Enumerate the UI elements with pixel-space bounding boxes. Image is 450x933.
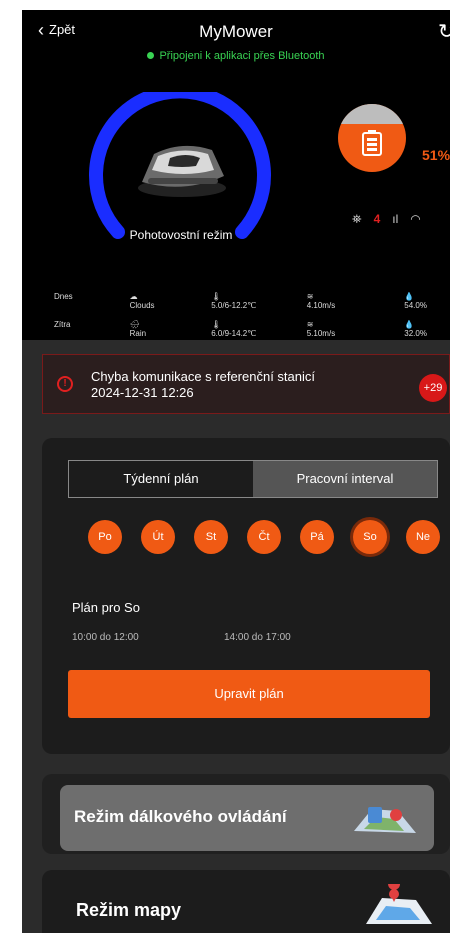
bluetooth-status-text: Připojeni k aplikaci přes Bluetooth (159, 50, 325, 62)
weather-temp: 🌡 6.0/9-14.2℃ (211, 320, 257, 338)
error-alert[interactable]: ! Chyba komunikace s referenční stanicí … (42, 354, 450, 414)
battery-icon (362, 130, 382, 156)
signal-icon: ıl (392, 212, 399, 226)
tab-weekly-plan[interactable]: Týdenní plán (69, 461, 253, 497)
connectivity-icons: ⛯ 4 ıl ◠ (352, 212, 421, 227)
weather-condition: 🌧 Rain (129, 320, 147, 338)
weather-day: Dnes (54, 292, 73, 301)
weather-wind: ≋ 5.10m/s (306, 320, 336, 338)
connected-dot-icon (147, 52, 155, 59)
day-button[interactable]: St (194, 520, 228, 554)
battery-percent: 51% (422, 147, 450, 163)
map-mode-label: Režim mapy (76, 900, 182, 920)
map-mode-card[interactable]: Režim mapy (42, 870, 450, 933)
warning-icon: ! (57, 376, 73, 392)
day-button[interactable]: Pá (300, 520, 334, 554)
edit-plan-button[interactable]: Upravit plán (68, 670, 430, 718)
weather-temp: 🌡 5.0/6-12.2℃ (211, 292, 257, 310)
weather-condition: ☁ Clouds (129, 292, 155, 310)
battery-indicator (338, 104, 406, 172)
app-screen: ‹ Zpět MyMower ↻ Připojeni k aplikaci př… (22, 10, 450, 933)
day-button[interactable]: Ne (406, 520, 440, 554)
weather-humidity: 💧 54.0% (404, 292, 427, 310)
day-button[interactable]: Út (141, 520, 175, 554)
day-button-selected[interactable]: So (353, 520, 387, 554)
mower-icon (138, 145, 226, 197)
refresh-icon[interactable]: ↻ (438, 19, 450, 44)
mower-mode: Pohotovostní režim (129, 228, 233, 242)
weather-humidity: 💧 32.0% (404, 320, 427, 338)
schedule-card: Týdenní plán Pracovní interval Po Út St … (42, 438, 450, 754)
wifi-icon: ◠ (410, 212, 421, 226)
alert-count-badge[interactable]: +29 (419, 374, 447, 402)
weather-wind: ≋ 4.10m/s (306, 292, 336, 310)
page-title: MyMower (199, 22, 273, 41)
weather-row: Dnes ☁ Clouds 🌡 5.0/6-12.2℃ ≋ 4.10m/s 💧 … (54, 292, 450, 310)
day-selector: Po Út St Čt Pá So Ne (88, 520, 440, 554)
day-button[interactable]: Čt (247, 520, 281, 554)
time-interval: 10:00 do 12:00 (72, 632, 139, 643)
remote-control-button[interactable]: Režim dálkového ovládání (60, 785, 434, 851)
status-panel: ‹ Zpět MyMower ↻ Připojeni k aplikaci př… (22, 10, 450, 340)
tab-work-interval[interactable]: Pracovní interval (253, 461, 437, 497)
alert-message: Chyba komunikace s referenční stanicí 20… (91, 369, 315, 401)
time-interval: 14:00 do 17:00 (224, 632, 291, 643)
satellite-icon: ⛯ (352, 212, 362, 226)
map-icon (366, 884, 432, 924)
weather-row: Zítra 🌧 Rain 🌡 6.0/9-14.2℃ ≋ 5.10m/s 💧 3… (54, 320, 450, 338)
weather-day: Zítra (54, 320, 71, 329)
schedule-tabs: Týdenní plán Pracovní interval (68, 460, 438, 498)
alert-timestamp: 2024-12-31 12:26 (91, 385, 194, 400)
plan-title: Plán pro So (72, 600, 140, 615)
remote-mode-label: Režim dálkového ovládání (74, 807, 287, 826)
remote-map-icon (354, 807, 416, 833)
day-button[interactable]: Po (88, 520, 122, 554)
bluetooth-status: Připojeni k aplikaci přes Bluetooth (22, 50, 450, 62)
alert-text: Chyba komunikace s referenční stanicí (91, 369, 315, 384)
rtk-count: 4 (373, 212, 381, 226)
